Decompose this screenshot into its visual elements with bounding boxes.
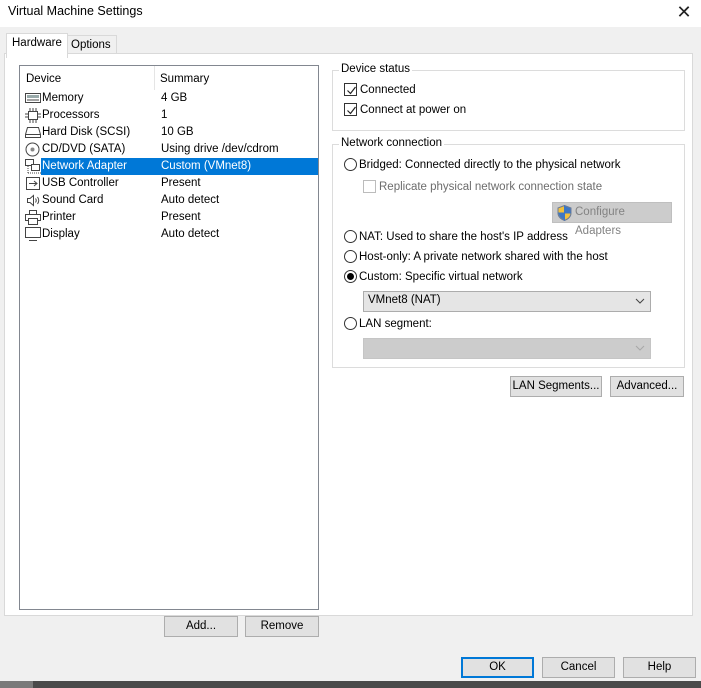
column-header-summary[interactable]: Summary xyxy=(160,73,209,85)
lan-segment-select[interactable] xyxy=(363,338,651,359)
checkbox-box[interactable] xyxy=(344,83,357,96)
device-name: USB Controller xyxy=(42,177,119,189)
device-name: Printer xyxy=(42,211,76,223)
radio-circle[interactable] xyxy=(344,250,357,263)
hardware-panel: Device Summary Memory 4 GB Processors 1 … xyxy=(4,53,693,637)
select-value: VMnet8 (NAT) xyxy=(368,294,441,306)
radio-circle[interactable] xyxy=(344,158,357,171)
display-icon xyxy=(25,227,41,242)
device-row-memory[interactable]: Memory 4 GB xyxy=(24,90,318,107)
device-summary: 4 GB xyxy=(161,92,188,104)
device-name: Network Adapter xyxy=(41,158,160,175)
advanced-button[interactable]: Advanced... xyxy=(610,376,684,397)
usb-icon xyxy=(25,176,41,191)
checkbox-box[interactable] xyxy=(363,180,376,193)
device-name: Memory xyxy=(42,92,84,104)
lan-segments-button[interactable]: LAN Segments... xyxy=(510,376,602,397)
device-row-sound-card[interactable]: Sound Card Auto detect xyxy=(24,192,318,209)
close-icon[interactable]: ✕ xyxy=(673,1,695,23)
device-summary: Auto detect xyxy=(161,194,220,206)
device-summary: Custom (VMnet8) xyxy=(160,158,318,175)
device-row-network-adapter[interactable]: Network Adapter Custom (VMnet8) xyxy=(24,158,318,175)
radio-label: Custom: Specific virtual network xyxy=(359,271,523,283)
remove-button[interactable]: Remove xyxy=(245,616,319,637)
device-row-display[interactable]: Display Auto detect xyxy=(24,226,318,243)
tab-label: Options xyxy=(71,39,111,51)
device-status-legend: Device status xyxy=(339,63,413,75)
column-divider[interactable] xyxy=(154,66,155,90)
device-name: CD/DVD (SATA) xyxy=(42,143,126,155)
device-summary: Using drive /dev/cdrom xyxy=(161,143,279,155)
checkbox-label: Connected xyxy=(360,84,416,96)
device-list-header: Device Summary xyxy=(20,66,318,90)
device-summary: 10 GB xyxy=(161,126,194,138)
column-header-device[interactable]: Device xyxy=(26,73,61,85)
processor-icon xyxy=(25,108,41,123)
chevron-down-icon xyxy=(634,342,646,354)
tab-hardware[interactable]: Hardware xyxy=(6,33,68,58)
radio-label: Host-only: A private network shared with… xyxy=(359,251,608,263)
add-button[interactable]: Add... xyxy=(164,616,238,637)
window-title: Virtual Machine Settings xyxy=(8,4,143,18)
network-adapter-icon xyxy=(25,159,41,174)
device-name: Display xyxy=(42,228,80,240)
configure-adapters-button[interactable]: Configure Adapters xyxy=(552,202,672,237)
device-name: Sound Card xyxy=(42,194,104,206)
taskbar-segment xyxy=(0,681,33,688)
radio-label: NAT: Used to share the host's IP address xyxy=(359,231,568,243)
device-summary: 1 xyxy=(161,109,168,121)
device-summary: Present xyxy=(161,211,201,223)
taskbar-strip xyxy=(0,681,701,688)
device-row-hard-disk[interactable]: Hard Disk (SCSI) 10 GB xyxy=(24,124,318,141)
device-row-usb-controller[interactable]: USB Controller Present xyxy=(24,175,318,192)
device-row-processors[interactable]: Processors 1 xyxy=(24,107,318,124)
title-bar: Virtual Machine Settings ✕ xyxy=(0,0,701,27)
speaker-icon xyxy=(25,193,41,208)
tab-label: Hardware xyxy=(12,37,62,49)
device-name: Hard Disk (SCSI) xyxy=(42,126,131,138)
device-summary: Auto detect xyxy=(161,228,220,240)
radio-circle[interactable] xyxy=(344,230,357,243)
device-status-group: Device status Connected Connect at power… xyxy=(332,63,685,131)
checkbox-label: Replicate physical network connection st… xyxy=(379,181,603,193)
hard-disk-icon xyxy=(25,125,41,140)
help-button[interactable]: Help xyxy=(623,657,696,678)
radio-label: Bridged: Connected directly to the physi… xyxy=(359,159,621,171)
device-row-printer[interactable]: Printer Present xyxy=(24,209,318,226)
radio-circle[interactable] xyxy=(344,270,357,283)
device-summary: Present xyxy=(161,177,201,189)
radio-circle[interactable] xyxy=(344,317,357,330)
checkbox-label: Connect at power on xyxy=(360,104,467,116)
chevron-down-icon xyxy=(634,295,646,307)
network-connection-legend: Network connection xyxy=(339,137,444,149)
device-list[interactable]: Device Summary Memory 4 GB Processors 1 … xyxy=(19,65,319,610)
device-row-cd-dvd[interactable]: CD/DVD (SATA) Using drive /dev/cdrom xyxy=(24,141,318,158)
radio-label: LAN segment: xyxy=(359,318,432,330)
network-connection-group: Network connection Bridged: Connected di… xyxy=(332,137,685,368)
device-name: Processors xyxy=(42,109,100,121)
cd-dvd-icon xyxy=(25,142,41,157)
uac-shield-icon xyxy=(557,204,572,228)
memory-icon xyxy=(25,91,41,106)
button-label: Configure Adapters xyxy=(575,206,625,237)
custom-network-select[interactable]: VMnet8 (NAT) xyxy=(363,291,651,312)
cancel-button[interactable]: Cancel xyxy=(542,657,615,678)
printer-icon xyxy=(25,210,41,225)
checkbox-box[interactable] xyxy=(344,103,357,116)
dialog-body: Hardware Options Device Summary Memory 4… xyxy=(0,27,701,681)
ok-button[interactable]: OK xyxy=(461,657,534,678)
